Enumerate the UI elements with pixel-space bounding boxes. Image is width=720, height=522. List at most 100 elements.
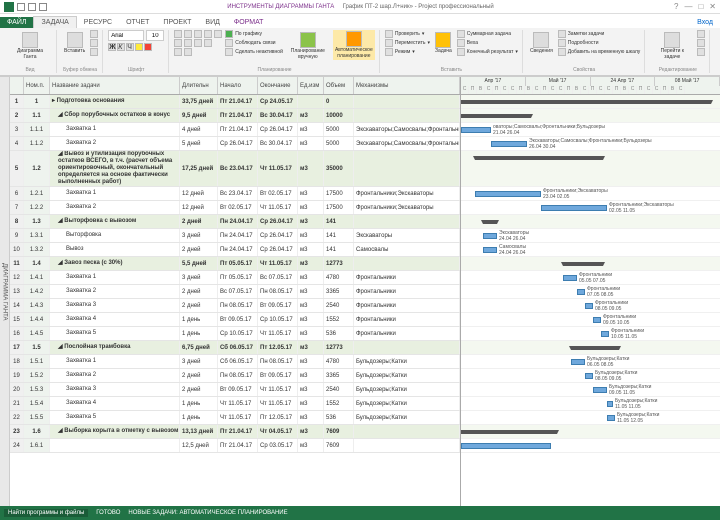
cell-unit[interactable]: м3 xyxy=(298,383,324,396)
row-number[interactable]: 8 xyxy=(10,215,24,228)
cell-volume[interactable]: 0 xyxy=(324,95,354,108)
row-number[interactable]: 3 xyxy=(10,123,24,136)
row-number[interactable]: 24 xyxy=(10,439,24,452)
cell-unit[interactable]: м3 xyxy=(298,187,324,200)
cell-name[interactable]: Захватка 2 xyxy=(50,201,180,214)
cell-end[interactable]: Вт 02.05.17 xyxy=(258,187,298,200)
cell-start[interactable]: Сб 06.05.17 xyxy=(218,341,258,354)
table-row[interactable]: 201.5.3Захватка 32 днейВт 09.05.17Чт 11.… xyxy=(10,383,460,397)
cell-name[interactable]: Захватка 2 xyxy=(50,285,180,298)
tab-format[interactable]: ФОРМАТ xyxy=(227,17,271,28)
cell-unit[interactable]: м3 xyxy=(298,369,324,382)
cell-volume[interactable]: 1552 xyxy=(324,397,354,410)
row-number[interactable]: 17 xyxy=(10,341,24,354)
cell-start[interactable]: Пт 05.05.17 xyxy=(218,271,258,284)
task-bar[interactable] xyxy=(593,387,607,393)
row-number[interactable]: 12 xyxy=(10,271,24,284)
cell-end[interactable]: Чт 11.05.17 xyxy=(258,383,298,396)
cell-end[interactable]: Ср 24.05.17 xyxy=(258,95,298,108)
gantt-view-button[interactable]: Диаграмма Ганта xyxy=(8,30,52,62)
qat-save-icon[interactable] xyxy=(17,3,25,11)
cell-wbs[interactable]: 1.4.2 xyxy=(24,285,50,298)
clear-button[interactable] xyxy=(697,39,705,47)
notes-button[interactable]: Заметки задачи xyxy=(558,30,641,38)
table-row[interactable]: 111.4◢ Завоз песка (с 30%)5,5 днейПт 05.… xyxy=(10,257,460,271)
task-bar[interactable] xyxy=(577,289,585,295)
cell-mechanisms[interactable]: Фронтальники xyxy=(354,313,460,326)
cell-mechanisms[interactable] xyxy=(354,151,460,186)
link-buttons[interactable] xyxy=(174,48,222,56)
cell-end[interactable]: Вс 07.05.17 xyxy=(258,271,298,284)
cell-mechanisms[interactable]: Фронтальники xyxy=(354,299,460,312)
cell-wbs[interactable]: 1.6 xyxy=(24,425,50,438)
timeline-button[interactable]: Добавить на временную шкалу xyxy=(558,48,641,56)
task-bar[interactable] xyxy=(475,191,541,197)
cell-start[interactable]: Пт 21.04.17 xyxy=(218,425,258,438)
cut-button[interactable] xyxy=(90,30,98,38)
cell-volume[interactable]: 12773 xyxy=(324,257,354,270)
row-number[interactable]: 5 xyxy=(10,151,24,186)
find-button[interactable] xyxy=(697,30,705,38)
table-row[interactable]: 101.3.2Вывоз2 днейПн 24.04.17Ср 26.04.17… xyxy=(10,243,460,257)
cell-name[interactable]: Захватка 1 xyxy=(50,271,180,284)
summary-button[interactable]: Суммарная задача xyxy=(457,30,518,38)
table-row[interactable]: 121.4.1Захватка 13 днейПт 05.05.17Вс 07.… xyxy=(10,271,460,285)
cell-unit[interactable]: м3 xyxy=(298,257,324,270)
cell-mechanisms[interactable]: Бульдозеры;Катки xyxy=(354,355,460,368)
cell-duration[interactable]: 2 дней xyxy=(180,243,218,256)
cell-start[interactable]: Пт 21.04.17 xyxy=(218,109,258,122)
cell-duration[interactable]: 2 дней xyxy=(180,285,218,298)
cell-end[interactable]: Вт 09.05.17 xyxy=(258,299,298,312)
cell-start[interactable]: Чт 11.05.17 xyxy=(218,397,258,410)
cell-end[interactable]: Чт 11.05.17 xyxy=(258,327,298,340)
copy-button[interactable] xyxy=(90,39,98,47)
cell-name[interactable]: Захватка 2 xyxy=(50,369,180,382)
cell-unit[interactable]: м3 xyxy=(298,327,324,340)
cell-wbs[interactable]: 1.6.1 xyxy=(24,439,50,452)
row-number[interactable]: 14 xyxy=(10,299,24,312)
cell-unit[interactable]: м3 xyxy=(298,285,324,298)
summary-bar[interactable] xyxy=(461,114,531,118)
task-bar[interactable] xyxy=(461,127,491,133)
cell-name[interactable]: ▸ Подготовка основания xyxy=(50,95,180,108)
cell-volume[interactable]: 10000 xyxy=(324,109,354,122)
cell-start[interactable]: Пн 08.05.17 xyxy=(218,299,258,312)
row-number[interactable]: 7 xyxy=(10,201,24,214)
task-bar[interactable] xyxy=(607,401,613,407)
cell-name[interactable]: Захватка 4 xyxy=(50,397,180,410)
cell-name[interactable]: Захватка 3 xyxy=(50,299,180,312)
cell-volume[interactable]: 7609 xyxy=(324,425,354,438)
deliverable-button[interactable]: Конечный результат ▾ xyxy=(457,48,518,56)
cell-name[interactable]: ◢ Завоз песка (с 30%) xyxy=(50,257,180,270)
cell-wbs[interactable]: 1.3 xyxy=(24,215,50,228)
table-row[interactable]: 131.4.2Захватка 22 днейВс 07.05.17Пн 08.… xyxy=(10,285,460,299)
grid-body[interactable]: 11▸ Подготовка основания33,75 днейПт 21.… xyxy=(10,95,460,506)
table-row[interactable]: 141.4.3Захватка 32 днейПн 08.05.17Вт 09.… xyxy=(10,299,460,313)
row-number[interactable]: 20 xyxy=(10,383,24,396)
row-number[interactable]: 13 xyxy=(10,285,24,298)
auto-schedule-button[interactable]: Автоматическое планирование xyxy=(333,30,375,60)
respect-links-button[interactable]: Соблюдать связи xyxy=(225,39,283,47)
cell-start[interactable]: Вс 23.04.17 xyxy=(218,187,258,200)
table-row[interactable]: 241.6.112,5 днейПт 21.04.17Ср 03.05.17м3… xyxy=(10,439,460,453)
header-start[interactable]: Начало xyxy=(218,77,258,94)
cell-end[interactable]: Чт 04.05.17 xyxy=(258,425,298,438)
cell-name[interactable]: ◢ Выборка корыта в отметку с вывозом xyxy=(50,425,180,438)
cell-mechanisms[interactable]: Бульдозеры;Катки xyxy=(354,411,460,424)
row-number[interactable]: 15 xyxy=(10,313,24,326)
summary-bar[interactable] xyxy=(483,220,497,224)
cell-wbs[interactable]: 1.2 xyxy=(24,151,50,186)
inspect-button[interactable]: Проверить ▾ xyxy=(385,30,430,38)
cell-volume[interactable]: 536 xyxy=(324,411,354,424)
table-row[interactable]: 211.5.4Захватка 41 деньЧт 11.05.17Чт 11.… xyxy=(10,397,460,411)
cell-name[interactable]: Захватка 3 xyxy=(50,383,180,396)
cell-wbs[interactable]: 1.4.4 xyxy=(24,313,50,326)
table-row[interactable]: 71.2.2Захватка 212 днейВт 02.05.17Чт 11.… xyxy=(10,201,460,215)
cell-wbs[interactable]: 1.5 xyxy=(24,341,50,354)
cell-end[interactable]: Ср 26.04.17 xyxy=(258,229,298,242)
cell-wbs[interactable]: 1.4.1 xyxy=(24,271,50,284)
cell-mechanisms[interactable]: Экскаваторы;Самосвалы;Фронтальники;Бульд… xyxy=(354,137,460,150)
summary-bar[interactable] xyxy=(475,156,603,160)
indent-buttons[interactable] xyxy=(174,39,222,47)
cell-duration[interactable]: 12,5 дней xyxy=(180,439,218,452)
